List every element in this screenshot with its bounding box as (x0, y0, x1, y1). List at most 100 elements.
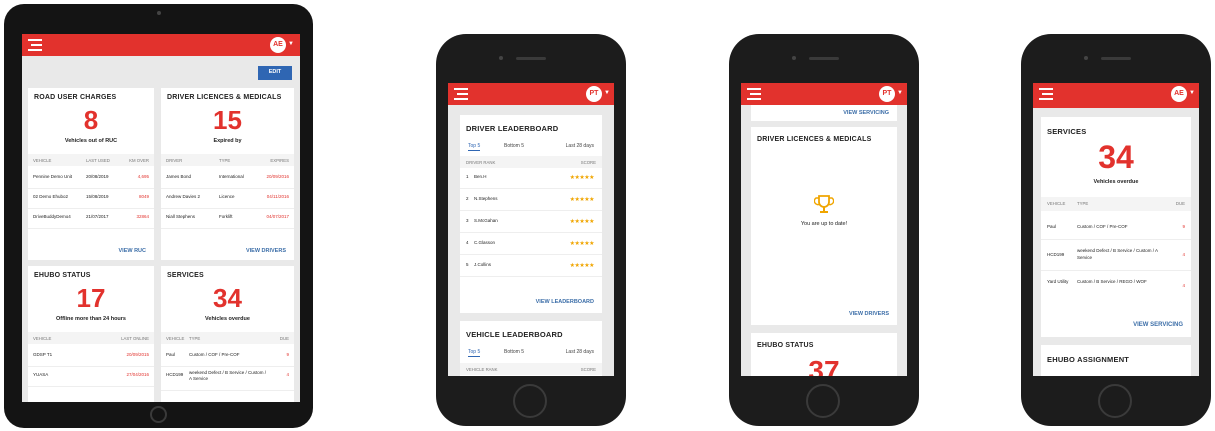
tablet-home-button[interactable] (150, 406, 167, 423)
app-header: PT ▼ (448, 83, 614, 105)
phone-screen: PT ▼ VIEW SERVICING DRIVER LICENCES & ME… (741, 83, 907, 376)
phone-camera (499, 56, 503, 60)
ruc-caption: Vehicles out of RUC (64, 138, 118, 144)
view-servicing-link[interactable]: VIEW SERVICING (843, 110, 889, 116)
phone-speaker (1101, 57, 1131, 60)
star-icon: ★★★★★ (569, 219, 595, 225)
table-header: DRIVER RANK SCORE (460, 156, 602, 168)
table-row[interactable]: Yard Utility Custom / B Service / REGO /… (1041, 271, 1191, 301)
ehubo-count: 17 (76, 283, 106, 313)
table-header: VEHICLE LAST ONLINE (28, 332, 154, 344)
chevron-down-icon[interactable]: ▼ (1189, 90, 1195, 96)
card-title: EHUBO STATUS (757, 342, 814, 349)
services-card: SERVICES 34 Vehicles overdue VEHICLE TYP… (161, 266, 294, 402)
tab-bottom-5[interactable]: Bottom 5 (504, 143, 524, 149)
leaderboard-row[interactable]: 5 J.Collins ★★★★★ (460, 258, 602, 277)
chevron-down-icon[interactable]: ▼ (604, 90, 610, 96)
table-header: VEHICLE LAST USED KM OVER (28, 154, 154, 166)
view-ruc-link[interactable]: VIEW RUC (119, 248, 147, 254)
card-title: EHUBO STATUS (34, 272, 91, 279)
table-row[interactable]: James Bond International 20/09/2016 (161, 170, 294, 189)
card-title: ROAD USER CHARGES (34, 94, 117, 101)
services-card-tail: VIEW SERVICING (751, 105, 897, 121)
card-title: EHUBO ASSIGNMENT (1047, 355, 1130, 364)
avatar[interactable]: PT (586, 86, 602, 102)
tab-bottom-5[interactable]: Bottom 5 (504, 349, 524, 355)
table-row[interactable]: Andrew Davies 2 Licence 04/11/2016 (161, 190, 294, 209)
phone-home-button[interactable] (513, 384, 547, 418)
services-caption: Vehicles overdue (205, 316, 250, 322)
tab-top-5[interactable]: Top 5 (468, 143, 481, 151)
ehubo-caption: Offline more than 24 hours (56, 316, 126, 322)
menu-icon[interactable] (747, 88, 761, 100)
phone-device-3: AE ▼ SERVICES 34 Vehicles overdue VEHICL… (1021, 34, 1211, 426)
leaderboard-row[interactable]: 3 S.McGahan ★★★★★ (460, 214, 602, 233)
ehubo-status-card: EHUBO STATUS 17 Offline more than 24 hou… (28, 266, 154, 402)
star-icon: ★★★★★ (569, 263, 595, 269)
phone-device-2: PT ▼ VIEW SERVICING DRIVER LICENCES & ME… (729, 34, 919, 426)
ehubo-status-card: EHUBO STATUS 37 (751, 333, 897, 376)
star-icon: ★★★★★ (569, 175, 595, 181)
leaderboard-row[interactable]: 1 Ben.H ★★★★★ (460, 170, 602, 189)
table-row[interactable]: Paul Custom / COF / Pre-COF 9 (161, 348, 294, 367)
table-row[interactable]: HCD199 weekend Defect / B Service / Cust… (161, 368, 294, 391)
tablet-device: AE ▼ EDIT ROAD USER CHARGES 8 Vehicles o… (4, 4, 313, 428)
services-card: SERVICES 34 Vehicles overdue VEHICLE TYP… (1041, 117, 1191, 337)
star-icon: ★★★★★ (569, 197, 595, 203)
trophy-icon (814, 195, 834, 213)
avatar[interactable]: AE (1171, 86, 1187, 102)
table-row[interactable]: Niall Stephens Forklift 04/07/2017 (161, 210, 294, 229)
phone-home-button[interactable] (1098, 384, 1132, 418)
view-leaderboard-link[interactable]: VIEW LEADERBOARD (536, 299, 594, 305)
vehicle-leaderboard-card: VEHICLE LEADERBOARD Top 5 Bottom 5 Last … (460, 321, 602, 376)
leaderboard-row[interactable]: 2 N.Stephens ★★★★★ (460, 192, 602, 211)
table-row[interactable]: 02 Demo Ehubo2 15/08/2019 8049 (28, 190, 154, 209)
avatar[interactable]: PT (879, 86, 895, 102)
table-header: DRIVER TYPE EXPIRES (161, 154, 294, 166)
menu-icon[interactable] (454, 88, 468, 100)
road-user-charges-card: ROAD USER CHARGES 8 Vehicles out of RUC … (28, 88, 154, 260)
card-title: SERVICES (1047, 127, 1087, 136)
card-title: DRIVER LICENCES & MEDICALS (167, 94, 282, 101)
leaderboard-row[interactable]: 4 C.Glasson ★★★★★ (460, 236, 602, 255)
avatar[interactable]: AE (270, 37, 286, 53)
ehubo-assignment-card: EHUBO ASSIGNMENT (1041, 345, 1191, 376)
table-row[interactable]: Pennine Demo Unit 20/08/2019 4,695 (28, 170, 154, 189)
phone-speaker (809, 57, 839, 60)
chevron-down-icon[interactable]: ▼ (897, 90, 903, 96)
table-row[interactable]: GDSP T1 20/09/2015 (28, 348, 154, 367)
tab-top-5[interactable]: Top 5 (468, 349, 481, 357)
driver-leaderboard-card: DRIVER LEADERBOARD Top 5 Bottom 5 Last 2… (460, 115, 602, 313)
ruc-count: 8 (83, 105, 99, 135)
ehubo-count: 37 (808, 355, 840, 376)
phone-speaker (516, 57, 546, 60)
phone-screen: AE ▼ SERVICES 34 Vehicles overdue VEHICL… (1033, 83, 1199, 376)
menu-icon[interactable] (28, 39, 42, 51)
licences-count: 15 (213, 105, 242, 135)
table-row[interactable]: Paul Custom / COF / Pre-COF 9 (1041, 215, 1191, 240)
phone-home-button[interactable] (806, 384, 840, 418)
table-row[interactable]: DriveBuddyDemo4 21/07/2017 32864 (28, 210, 154, 229)
view-drivers-link[interactable]: VIEW DRIVERS (246, 248, 286, 254)
menu-icon[interactable] (1039, 88, 1053, 100)
phone-camera (792, 56, 796, 60)
period-select[interactable]: Last 28 days (566, 143, 594, 149)
tablet-screen: AE ▼ EDIT ROAD USER CHARGES 8 Vehicles o… (22, 34, 300, 402)
services-count: 34 (213, 283, 242, 313)
phone-camera (1084, 56, 1088, 60)
app-header: AE ▼ (1033, 83, 1199, 108)
licences-caption: Expired by (213, 138, 242, 144)
chevron-down-icon[interactable]: ▼ (288, 41, 294, 47)
table-row[interactable]: HCD199 weekend Defect / B Service / Cust… (1041, 240, 1191, 271)
table-header: VEHICLE TYPE DUE (1041, 197, 1191, 211)
table-header: VEHICLE RANK SCORE (460, 363, 602, 375)
card-title: SERVICES (167, 272, 204, 279)
edit-button[interactable]: EDIT (258, 66, 292, 80)
view-servicing-link[interactable]: VIEW SERVICING (1133, 322, 1183, 328)
star-icon: ★★★★★ (569, 241, 595, 247)
services-count: 34 (1098, 139, 1134, 175)
card-title: DRIVER LEADERBOARD (466, 124, 559, 133)
period-select[interactable]: Last 28 days (566, 349, 594, 355)
table-row[interactable]: YUASA 27/04/2016 (28, 368, 154, 387)
view-drivers-link[interactable]: VIEW DRIVERS (849, 311, 889, 317)
